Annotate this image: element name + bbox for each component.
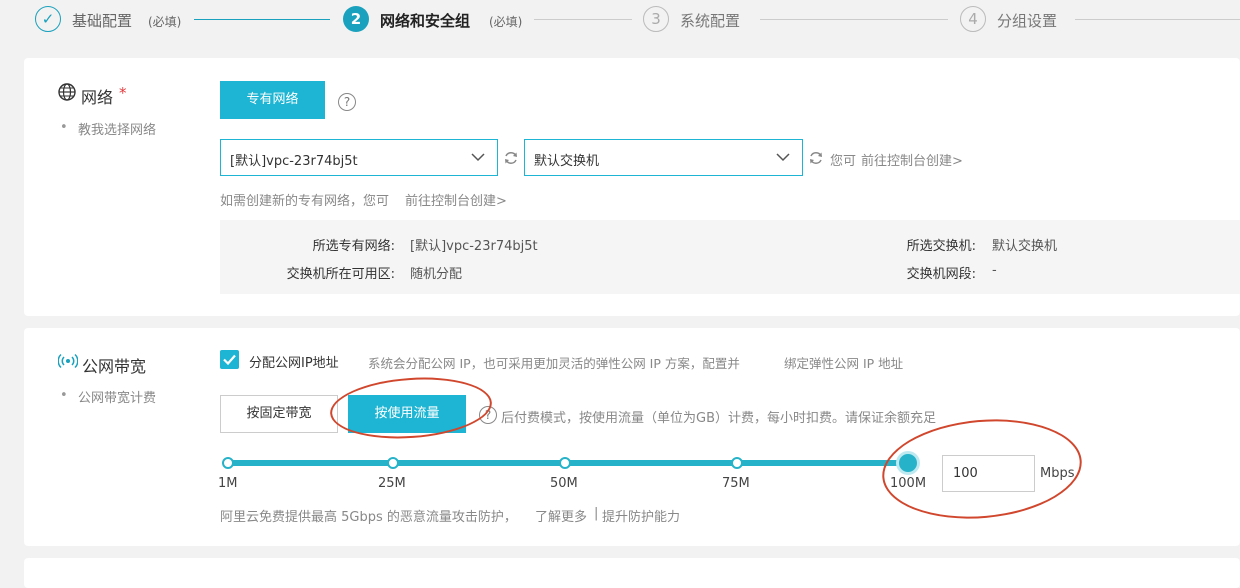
bullet-dot: • bbox=[60, 388, 68, 403]
network-guide-link[interactable]: 教我选择网络 bbox=[78, 119, 156, 138]
help-icon[interactable]: ? bbox=[338, 93, 356, 111]
step-2-required: (必填) bbox=[489, 15, 523, 29]
step-4-number[interactable]: 4 bbox=[960, 6, 986, 32]
slider-label-50m: 50M bbox=[550, 476, 578, 491]
vswitch-select[interactable]: 默认交换机 bbox=[524, 139, 803, 176]
step-connector bbox=[534, 19, 632, 20]
upgrade-protection-link[interactable]: 提升防护能力 bbox=[602, 506, 680, 525]
required-mark: * bbox=[119, 84, 127, 102]
step-1-required: (必填) bbox=[148, 15, 182, 29]
step-2-number[interactable]: 2 bbox=[343, 6, 369, 32]
assign-ip-note: 系统会分配公网 IP，也可采用更加灵活的弹性公网 IP 方案，配置并 bbox=[368, 356, 740, 371]
ddos-note: 阿里云免费提供最高 5Gbps 的恶意流量攻击防护， bbox=[220, 510, 517, 525]
vpc-select[interactable]: [默认]vpc-23r74bj5t bbox=[220, 139, 498, 176]
slider-tick-75m[interactable] bbox=[731, 457, 743, 469]
zone-value: 随机分配 bbox=[410, 267, 463, 282]
create-vpc-link[interactable]: 前往控制台创建> bbox=[405, 190, 507, 209]
stepper: ✓ 基础配置 (必填) 2 网络和安全组 (必填) 3 系统配置 4 分组设置 bbox=[0, 0, 1240, 40]
selected-vpc-label: 所选专有网络: bbox=[312, 239, 395, 254]
step-connector bbox=[760, 19, 948, 20]
step-3-title[interactable]: 系统配置 bbox=[680, 10, 740, 31]
refresh-icon[interactable] bbox=[503, 150, 519, 170]
bandwidth-section-title: 公网带宽 bbox=[82, 357, 147, 376]
step-2-title[interactable]: 网络和安全组 bbox=[380, 10, 470, 31]
step-connector bbox=[194, 19, 330, 20]
bandwidth-billing-link[interactable]: 公网带宽计费 bbox=[78, 387, 156, 406]
traffic-billing-note: 后付费模式，按使用流量（单位为GB）计费，每小时扣费。请保证余额充足 bbox=[501, 411, 936, 426]
learn-more-link[interactable]: 了解更多 bbox=[535, 506, 587, 525]
selected-vswitch-label: 所选交换机: bbox=[906, 239, 976, 254]
slider-tick-25m[interactable] bbox=[387, 457, 399, 469]
selected-vpc-value: [默认]vpc-23r74bj5t bbox=[410, 239, 538, 254]
fixed-bandwidth-button[interactable]: 按固定带宽 bbox=[220, 395, 338, 433]
you-can-text: 您可 bbox=[830, 154, 857, 169]
vpc-select-value: [默认]vpc-23r74bj5t bbox=[230, 154, 358, 169]
console-create-link[interactable]: 前往控制台创建> bbox=[861, 150, 963, 169]
vswitch-cidr-label: 交换机网段: bbox=[906, 267, 976, 282]
network-section-title: 网络 bbox=[81, 88, 114, 107]
step-1-check-icon[interactable]: ✓ bbox=[35, 6, 61, 32]
step-1-title[interactable]: 基础配置 bbox=[72, 10, 132, 31]
vswitch-cidr-value: - bbox=[992, 263, 997, 278]
slider-label-25m: 25M bbox=[378, 476, 406, 491]
create-vpc-hint: 如需创建新的专有网络，您可 bbox=[220, 194, 390, 209]
bind-eip-link[interactable]: 绑定弹性公网 IP 地址 bbox=[784, 353, 903, 372]
broadcast-icon bbox=[57, 353, 79, 373]
step-3-number[interactable]: 3 bbox=[643, 6, 669, 32]
link-separator: | bbox=[594, 506, 599, 521]
slider-tick-50m[interactable] bbox=[559, 457, 571, 469]
assign-ip-checkbox[interactable] bbox=[220, 350, 239, 369]
refresh-icon[interactable] bbox=[808, 150, 824, 170]
selected-vswitch-value: 默认交换机 bbox=[992, 239, 1058, 254]
chevron-down-icon bbox=[776, 151, 790, 166]
checkmark-icon bbox=[223, 354, 236, 366]
zone-label: 交换机所在可用区: bbox=[286, 267, 395, 282]
bullet-dot: • bbox=[60, 120, 68, 135]
vswitch-select-value: 默认交换机 bbox=[534, 154, 600, 169]
assign-ip-label[interactable]: 分配公网IP地址 bbox=[249, 352, 339, 371]
network-summary-panel bbox=[220, 220, 1240, 294]
step-connector bbox=[1075, 19, 1240, 20]
slider-label-1m: 1M bbox=[218, 476, 238, 491]
step-4-title[interactable]: 分组设置 bbox=[997, 10, 1057, 31]
slider-tick-1m[interactable] bbox=[222, 457, 234, 469]
globe-icon bbox=[58, 83, 76, 105]
vpc-button[interactable]: 专有网络 bbox=[220, 81, 325, 119]
next-card bbox=[24, 558, 1240, 588]
slider-label-75m: 75M bbox=[722, 476, 750, 491]
chevron-down-icon bbox=[471, 151, 485, 166]
